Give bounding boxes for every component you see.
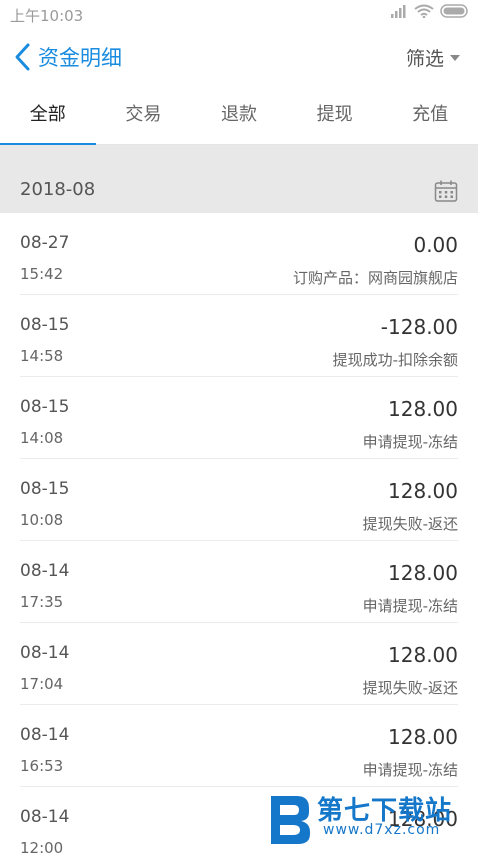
transaction-desc: 申请提现-冻结 — [362, 761, 458, 779]
transaction-date: 08-15 — [20, 397, 70, 417]
transaction-amount: 128.00 — [388, 561, 458, 585]
transaction-row[interactable]: 08-14 17:35 128.00 申请提现-冻结 — [20, 541, 458, 623]
transaction-row[interactable]: 08-15 10:08 128.00 提现失败-返还 — [20, 459, 458, 541]
transaction-amount: 128.00 — [388, 479, 458, 503]
transaction-time: 12:00 — [20, 839, 64, 857]
transaction-desc: 申请提现-冻结 — [362, 433, 458, 451]
tab-bar: 全部 交易 退款 提现 充值 — [0, 86, 478, 145]
transaction-row[interactable]: 08-14 16:53 128.00 申请提现-冻结 — [20, 705, 458, 787]
transaction-row[interactable]: 08-15 14:08 128.00 申请提现-冻结 — [20, 377, 458, 459]
transaction-row[interactable]: 08-15 14:58 -128.00 提现成功-扣除余额 — [20, 295, 458, 377]
transaction-date: 08-14 — [20, 643, 70, 663]
battery-icon — [440, 4, 468, 18]
status-time: 上午10:03 — [10, 7, 84, 25]
transaction-amount: -128.00 — [380, 315, 458, 339]
watermark: 第七下载站 www.d7xz.com — [267, 790, 472, 850]
transaction-time: 17:04 — [20, 675, 64, 693]
transaction-amount: 128.00 — [388, 397, 458, 421]
calendar-icon[interactable] — [434, 179, 458, 203]
transaction-time: 17:35 — [20, 593, 64, 611]
transaction-date: 08-14 — [20, 725, 70, 745]
signal-icon — [391, 5, 406, 18]
transaction-amount: 128.00 — [388, 725, 458, 749]
watermark-url: www.d7xz.com — [323, 822, 441, 838]
page-title: 资金明细 — [38, 46, 122, 70]
wifi-icon — [414, 4, 434, 18]
tab-all[interactable]: 全部 — [0, 86, 96, 145]
watermark-logo-icon — [271, 796, 310, 844]
transaction-desc: 提现成功-扣除余额 — [332, 351, 458, 369]
nav-bar: 资金明细 筛选 — [0, 28, 478, 86]
transaction-time: 16:53 — [20, 757, 64, 775]
transaction-amount: 0.00 — [413, 233, 458, 257]
transaction-desc: 提现失败-返还 — [362, 515, 458, 533]
tab-recharge[interactable]: 充值 — [382, 86, 478, 144]
transaction-time: 10:08 — [20, 511, 64, 529]
caret-down-icon — [450, 54, 460, 61]
filter-button[interactable]: 筛选 — [406, 44, 460, 71]
status-bar: 上午10:03 — [0, 0, 478, 28]
status-icons — [390, 4, 470, 18]
transaction-desc: 申请提现-冻结 — [362, 597, 458, 615]
month-header: 2018-08 — [0, 145, 478, 213]
tab-withdraw[interactable]: 提现 — [287, 86, 383, 144]
month-label: 2018-08 — [20, 179, 96, 200]
tab-trade[interactable]: 交易 — [96, 86, 192, 144]
transaction-row[interactable]: 08-14 17:04 128.00 提现失败-返还 — [20, 623, 458, 705]
filter-label: 筛选 — [405, 48, 444, 70]
transaction-date: 08-27 — [20, 233, 70, 253]
transaction-time: 14:58 — [20, 347, 64, 365]
transaction-date: 08-15 — [20, 479, 70, 499]
transaction-date: 08-14 — [20, 807, 70, 827]
transaction-list: 08-27 15:42 0.00 订购产品：网商园旗舰店 08-15 14:58… — [0, 213, 478, 868]
transaction-time: 15:42 — [20, 265, 64, 283]
transaction-date: 08-14 — [20, 561, 70, 581]
back-arrow-icon[interactable] — [10, 40, 36, 74]
transaction-date: 08-15 — [20, 315, 70, 335]
transaction-row[interactable]: 08-27 15:42 0.00 订购产品：网商园旗舰店 — [20, 213, 458, 295]
transaction-time: 14:08 — [20, 429, 64, 447]
transaction-amount: 128.00 — [388, 643, 458, 667]
transaction-desc: 订购产品：网商园旗舰店 — [292, 269, 458, 287]
tab-refund[interactable]: 退款 — [191, 86, 287, 144]
transaction-desc: 提现失败-返还 — [362, 679, 458, 697]
